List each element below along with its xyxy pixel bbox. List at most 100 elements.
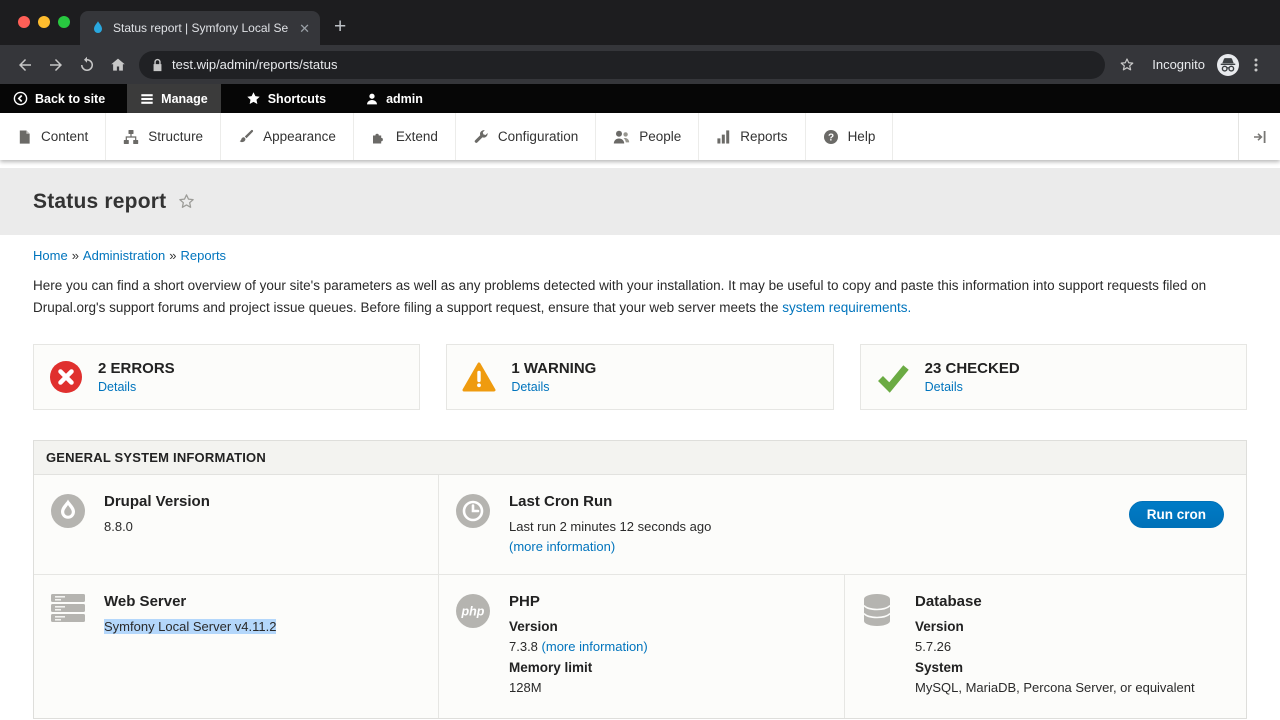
minimize-window-button[interactable] [38,16,50,28]
content-icon [17,129,32,145]
close-window-button[interactable] [18,16,30,28]
tab-title: Status report | Symfony Local Se [113,21,292,35]
database-title: Database [915,593,1195,610]
menu-item-content[interactable]: Content [0,113,106,160]
system-requirements-link[interactable]: system requirements. [782,300,911,315]
menu-item-label: People [639,129,681,144]
errors-card: 2 ERRORS Details [33,344,420,410]
forward-icon[interactable] [40,49,71,80]
breadcrumb-administration[interactable]: Administration [83,248,165,263]
breadcrumb: Home » Administration » Reports [33,248,1247,263]
menu-item-help[interactable]: ? Help [806,113,894,160]
web-server-title: Web Server [104,593,276,610]
bar-chart-icon [716,129,731,144]
php-memory-label: Memory limit [509,658,648,678]
breadcrumb-reports[interactable]: Reports [181,248,227,263]
database-cell: Database Version 5.7.26 System MySQL, Ma… [845,575,1246,718]
browser-address-bar: test.wip/admin/reports/status Incognito [0,45,1280,84]
server-icon [50,592,90,701]
incognito-icon [1216,53,1240,77]
tab-close-icon[interactable]: ✕ [299,22,310,35]
window-controls [18,16,70,28]
drupal-logo-icon [50,492,90,557]
user-label: admin [386,92,423,106]
system-info-row-2: Web Server Symfony Local Server v4.11.2 … [34,575,1246,718]
bookmark-star-icon[interactable] [1111,49,1142,80]
hamburger-icon [140,92,154,106]
error-icon [34,360,98,394]
menu-item-structure[interactable]: Structure [106,113,221,160]
errors-count: 2 ERRORS [98,360,175,377]
menu-item-label: Help [848,129,876,144]
user-icon [365,92,379,106]
database-system-value: MySQL, MariaDB, Percona Server, or equiv… [915,678,1195,698]
php-version-label: Version [509,617,648,637]
system-info-row-1: Drupal Version 8.8.0 Last Cron Run Last … [34,475,1246,575]
php-icon: php [455,592,495,701]
menu-item-label: Appearance [263,129,336,144]
database-version-value: 5.7.26 [915,637,1195,657]
url-bar[interactable]: test.wip/admin/reports/status [139,51,1105,79]
browser-tab-bar: Status report | Symfony Local Se ✕ + [0,0,1280,45]
breadcrumb-separator: » [169,248,176,263]
breadcrumb-separator: » [72,248,79,263]
page-title: Status report [33,190,166,214]
warnings-details-link[interactable]: Details [511,380,549,394]
database-system-label: System [915,658,1195,678]
menu-item-extend[interactable]: Extend [354,113,456,160]
cron-more-information-link[interactable]: (more information) [509,539,615,554]
back-icon[interactable] [9,49,40,80]
php-more-information-link[interactable]: (more information) [542,639,648,654]
menu-item-reports[interactable]: Reports [699,113,805,160]
menu-item-label: Content [41,129,88,144]
svg-text:?: ? [828,132,834,143]
menu-item-label: Extend [396,129,438,144]
run-cron-button[interactable]: Run cron [1129,501,1224,528]
system-info-header: GENERAL SYSTEM INFORMATION [34,441,1246,475]
browser-tab[interactable]: Status report | Symfony Local Se ✕ [80,11,320,45]
page-header: Status report [0,168,1280,235]
shortcuts-tab[interactable]: Shortcuts [233,84,339,113]
warnings-count: 1 WARNING [511,360,596,377]
reload-icon[interactable] [71,49,102,80]
php-cell: php PHP Version 7.3.8 (more information)… [439,575,845,718]
lock-icon [152,58,163,72]
url-text: test.wip/admin/reports/status [172,57,337,72]
collapse-icon [1252,129,1268,145]
database-icon [861,592,901,701]
browser-menu-icon[interactable] [1240,49,1271,80]
breadcrumb-home[interactable]: Home [33,248,68,263]
back-to-site-button[interactable]: Back to site [0,84,118,113]
menu-item-label: Reports [740,129,787,144]
new-tab-button[interactable]: + [334,16,346,37]
manage-tab[interactable]: Manage [127,84,221,113]
incognito-label: Incognito [1152,57,1205,72]
menu-item-label: Structure [148,129,203,144]
warning-icon [447,360,511,394]
cron-cell: Last Cron Run Last run 2 minutes 12 seco… [439,475,1246,574]
php-title: PHP [509,593,648,610]
menu-item-people[interactable]: People [596,113,699,160]
manage-label: Manage [161,92,208,106]
home-icon[interactable] [102,49,133,80]
toolbar-collapse-button[interactable] [1238,113,1280,160]
drupal-version-value: 8.8.0 [104,517,210,537]
checked-count: 23 CHECKED [925,360,1020,377]
user-menu[interactable]: admin [352,84,436,113]
puzzle-icon [371,129,387,145]
checkmark-icon [861,360,925,394]
shortcuts-label: Shortcuts [268,92,326,106]
intro-text: Here you can find a short overview of yo… [33,278,1206,315]
php-memory-value: 128M [509,678,648,698]
errors-details-link[interactable]: Details [98,380,136,394]
menu-item-appearance[interactable]: Appearance [221,113,354,160]
intro-paragraph: Here you can find a short overview of yo… [33,275,1247,318]
menu-item-configuration[interactable]: Configuration [456,113,596,160]
checked-details-link[interactable]: Details [925,380,963,394]
favorite-star-icon[interactable] [177,192,196,211]
web-server-value: Symfony Local Server v4.11.2 [104,619,276,634]
database-version-label: Version [915,617,1195,637]
svg-text:php: php [461,605,485,619]
php-version-value: 7.3.8 [509,639,538,654]
zoom-window-button[interactable] [58,16,70,28]
